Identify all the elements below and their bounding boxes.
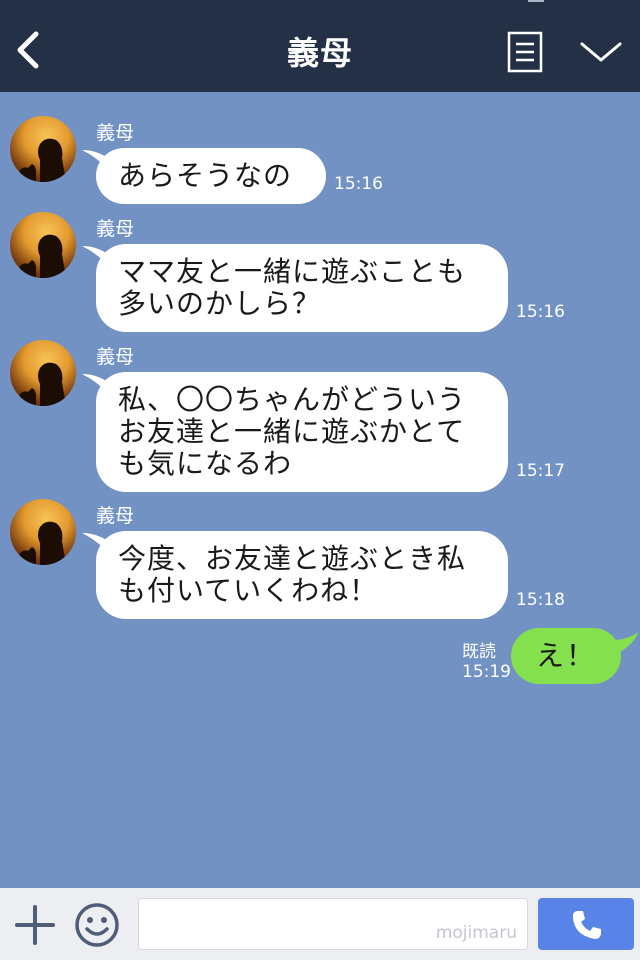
message-bubble[interactable]: 今度、お友達と遊ぶとき私 も付いていくわね！	[96, 531, 508, 619]
message-bubble[interactable]: ママ友と一緒に遊ぶことも 多いのかしら？	[96, 244, 508, 332]
watermark: mojimaru	[435, 923, 517, 943]
message-time: 15:16	[334, 174, 383, 194]
message-line: 今度、お友達と遊ぶとき私	[118, 542, 467, 575]
plus-icon[interactable]	[14, 904, 56, 946]
call-button[interactable]	[538, 898, 634, 950]
avatar[interactable]	[10, 340, 76, 406]
message-time: 15:18	[516, 590, 565, 610]
status-indicator	[528, 0, 544, 2]
bubble-tail	[612, 632, 638, 656]
avatar[interactable]	[10, 116, 76, 182]
phone-icon	[573, 911, 601, 939]
read-status: 既読 15:19	[462, 642, 511, 682]
message-line: 私、〇〇ちゃんがどういう	[118, 383, 467, 416]
message-bubble[interactable]: あらそうなの	[96, 148, 326, 204]
message-time: 15:19	[462, 662, 511, 682]
chat-area[interactable]: 義母 あらそうなの 15:16 義母 ママ友と一緒に遊ぶことも 多いのかしら？ …	[0, 92, 640, 888]
read-label: 既読	[462, 642, 496, 662]
emoji-icon[interactable]	[74, 902, 120, 948]
sender-name: 義母	[96, 505, 135, 527]
chevron-down-icon[interactable]	[578, 36, 624, 66]
avatar[interactable]	[10, 212, 76, 278]
avatar[interactable]	[10, 499, 76, 565]
message-line: も気になるわ	[118, 447, 293, 480]
message-line: お友達と一緒に遊ぶかとて	[118, 415, 466, 448]
sender-name: 義母	[96, 122, 135, 144]
sender-name: 義母	[96, 346, 135, 368]
message-time: 15:17	[516, 461, 565, 481]
sender-name: 義母	[96, 218, 135, 240]
message-line: も付いていくわね！	[118, 574, 379, 607]
message-time: 15:16	[516, 302, 565, 322]
input-bar: mojimaru	[0, 888, 640, 960]
message-line: ママ友と一緒に遊ぶことも	[118, 255, 467, 288]
my-message-bubble[interactable]: え！	[511, 628, 621, 684]
message-line: 多いのかしら？	[118, 287, 322, 320]
message-input[interactable]: mojimaru	[138, 898, 528, 950]
chat-header: 義母	[0, 0, 640, 92]
message-bubble[interactable]: 私、〇〇ちゃんがどういう お友達と一緒に遊ぶかとて も気になるわ	[96, 372, 508, 492]
chat-title: 義母	[286, 34, 353, 72]
message-line: あらそうなの	[118, 159, 293, 192]
notes-menu-icon[interactable]	[507, 31, 543, 73]
